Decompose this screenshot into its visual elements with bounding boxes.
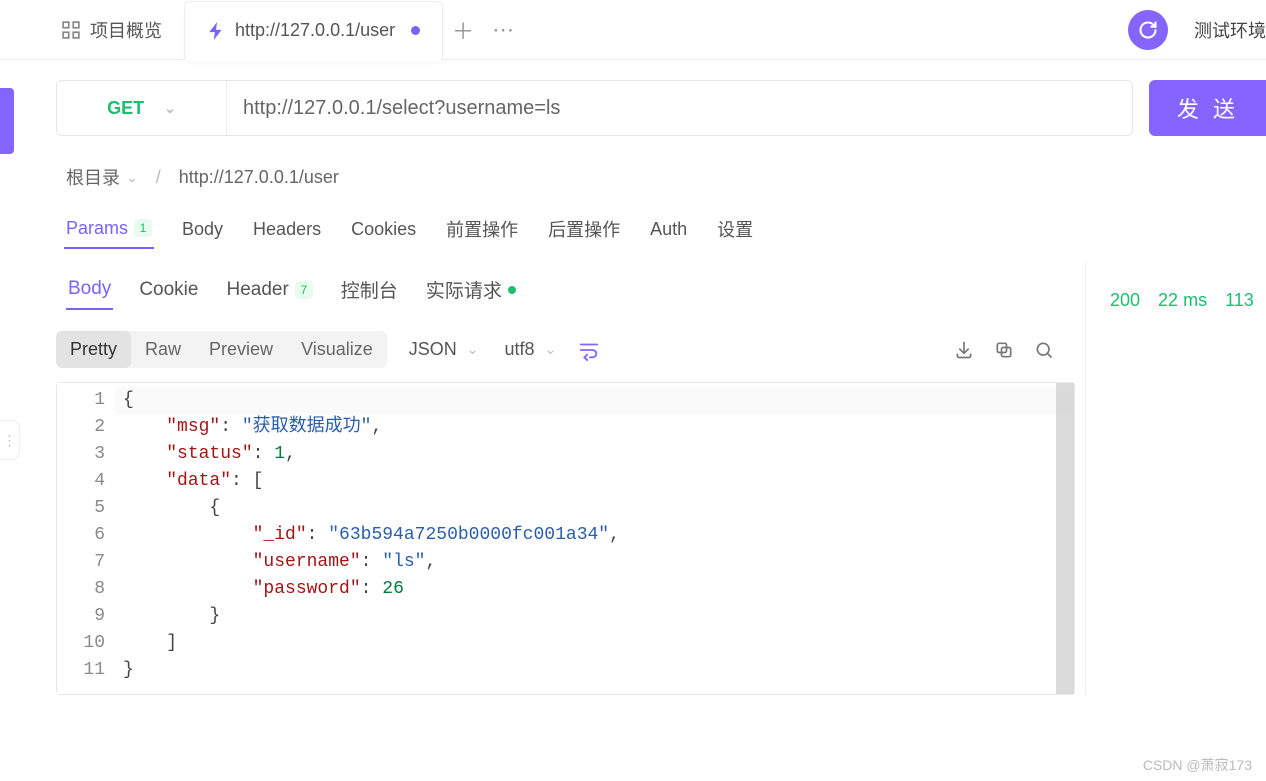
sidebar-collapse[interactable]: ⋮ [0, 420, 20, 460]
encoding-label: utf8 [505, 339, 535, 360]
view-raw[interactable]: Raw [131, 331, 195, 368]
breadcrumb-root-label: 根目录 [66, 164, 120, 190]
tab-cookies[interactable]: Cookies [349, 211, 418, 248]
tab-settings[interactable]: 设置 [715, 208, 755, 250]
chevron-down-icon: ⌄ [164, 100, 176, 117]
unsaved-dot-icon [411, 26, 420, 35]
env-select-label: 测试环境 [1194, 21, 1266, 41]
download-button[interactable] [953, 339, 975, 361]
url-input[interactable] [227, 97, 1132, 120]
tab-more-button[interactable]: ⋯ [483, 17, 523, 43]
status-pane: 200 22 ms 113 [1086, 262, 1266, 695]
tab-request-label: http://127.0.0.1/user [235, 20, 395, 41]
format-select[interactable]: JSON ⌄ [405, 339, 483, 360]
status-dot-icon [508, 286, 516, 294]
format-label: JSON [409, 339, 457, 360]
status-time: 22 ms [1158, 290, 1207, 695]
tab-add-button[interactable]: ＋ [443, 14, 483, 46]
tab-post[interactable]: 后置操作 [546, 208, 622, 250]
response-pane: Body Cookie Header 7 控制台 实际请求 Pretty Raw… [56, 262, 1086, 695]
chevron-down-icon: ⌄ [126, 169, 138, 186]
breadcrumb: 根目录 ⌄ / http://127.0.0.1/user [66, 164, 1266, 190]
send-button[interactable]: 发 送 [1149, 80, 1266, 136]
status-size: 113 [1225, 290, 1254, 695]
params-count-badge: 1 [134, 219, 152, 237]
refresh-button[interactable] [1128, 10, 1168, 50]
view-visualize[interactable]: Visualize [287, 331, 387, 368]
resp-tab-header-label: Header [226, 279, 288, 301]
top-tab-bar: 项目概览 http://127.0.0.1/user ＋ ⋯ 测试环境 [0, 0, 1266, 60]
tab-params-label: Params [66, 218, 128, 239]
send-label: 发 送 [1177, 92, 1239, 124]
resp-tab-header[interactable]: Header 7 [224, 271, 314, 309]
request-box: GET ⌄ [56, 80, 1133, 136]
header-count-badge: 7 [295, 281, 313, 299]
tab-params[interactable]: Params 1 [64, 210, 154, 249]
copy-button[interactable] [993, 339, 1015, 361]
resp-tab-actual[interactable]: 实际请求 [424, 268, 518, 311]
resp-tab-console[interactable]: 控制台 [339, 268, 400, 311]
chevron-down-icon: ⌄ [467, 341, 479, 358]
chevron-down-icon: ⌄ [545, 341, 557, 358]
wrap-toggle[interactable] [578, 339, 600, 361]
breadcrumb-sep: / [156, 167, 161, 188]
watermark: CSDN @萧寂173 [1143, 755, 1252, 775]
response-tabs: Body Cookie Header 7 控制台 实际请求 [56, 268, 1085, 311]
tab-overview[interactable]: 项目概览 [40, 0, 184, 59]
method-label: GET [107, 98, 144, 119]
status-code: 200 [1110, 290, 1140, 695]
method-select[interactable]: GET ⌄ [57, 81, 227, 135]
breadcrumb-root[interactable]: 根目录 ⌄ [66, 164, 138, 190]
code-area[interactable]: { "msg": "获取数据成功", "status": 1, "data": … [115, 383, 1074, 694]
request-tabs: Params 1 Body Headers Cookies 前置操作 后置操作 … [56, 208, 1266, 250]
view-mode-group: Pretty Raw Preview Visualize [56, 331, 387, 368]
breadcrumb-leaf[interactable]: http://127.0.0.1/user [179, 167, 339, 188]
view-preview[interactable]: Preview [195, 331, 287, 368]
response-body: 1 2 3 4 5 6 7 8 9 10 11 { "msg": "获取数据成功… [56, 382, 1075, 695]
grid-icon [62, 21, 80, 39]
tab-auth[interactable]: Auth [648, 211, 689, 248]
env-select[interactable]: 测试环境 [1182, 11, 1266, 49]
response-toolbar: Pretty Raw Preview Visualize JSON ⌄ utf8… [56, 331, 1085, 368]
tab-pre[interactable]: 前置操作 [444, 208, 520, 250]
tab-body[interactable]: Body [180, 211, 225, 248]
request-row: GET ⌄ 发 送 [56, 80, 1266, 136]
line-gutter: 1 2 3 4 5 6 7 8 9 10 11 [57, 383, 115, 694]
tab-overview-label: 项目概览 [90, 17, 162, 43]
refresh-icon [1138, 20, 1158, 40]
encoding-select[interactable]: utf8 ⌄ [501, 339, 561, 360]
search-button[interactable] [1033, 339, 1055, 361]
view-pretty[interactable]: Pretty [56, 331, 131, 368]
resp-tab-cookie[interactable]: Cookie [137, 271, 200, 309]
tab-request[interactable]: http://127.0.0.1/user [184, 1, 443, 60]
bolt-icon [207, 22, 225, 40]
resp-tab-actual-label: 实际请求 [426, 276, 502, 303]
resp-tab-body[interactable]: Body [66, 270, 113, 310]
tab-headers[interactable]: Headers [251, 211, 323, 248]
sidebar-stub[interactable] [0, 88, 14, 154]
scrollbar[interactable] [1056, 383, 1074, 694]
